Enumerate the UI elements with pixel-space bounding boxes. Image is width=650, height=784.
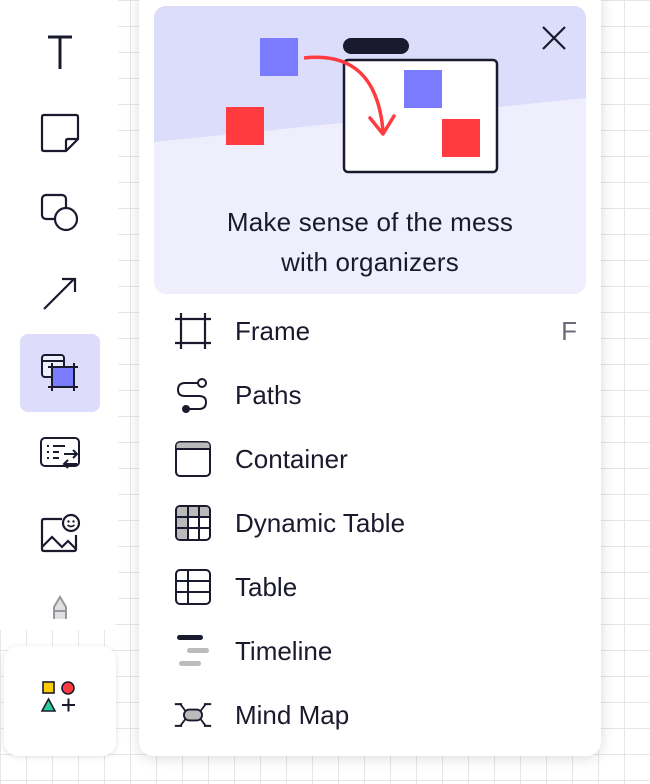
media-tool-button[interactable] bbox=[20, 494, 100, 572]
organizers-menu: Frame F Paths Container Dynamic Table Ta… bbox=[139, 299, 601, 747]
pen-tool-button[interactable] bbox=[20, 592, 100, 622]
menu-item-label: Frame bbox=[235, 316, 311, 346]
image-sticker-icon bbox=[38, 511, 82, 555]
cards-tool-button[interactable] bbox=[20, 414, 100, 492]
shapes-plus-icon bbox=[40, 679, 80, 724]
sticky-note-icon bbox=[38, 111, 82, 155]
frame-organizer-icon bbox=[38, 351, 82, 395]
menu-item-frame[interactable]: Frame F bbox=[139, 299, 601, 363]
menu-item-dynamic-table[interactable]: Dynamic Table bbox=[139, 491, 601, 555]
connection-line-tool-button[interactable] bbox=[20, 254, 100, 332]
close-icon bbox=[540, 24, 568, 57]
menu-item-label: Dynamic Table bbox=[235, 508, 406, 538]
menu-item-label: Container bbox=[235, 444, 348, 474]
text-icon bbox=[40, 31, 80, 75]
container-icon bbox=[173, 441, 213, 477]
close-button[interactable] bbox=[534, 20, 574, 60]
menu-item-mind-map[interactable]: Mind Map bbox=[139, 683, 601, 747]
shapes-tool-button[interactable] bbox=[20, 174, 100, 252]
menu-item-timeline[interactable]: Timeline bbox=[139, 619, 601, 683]
organizers-tool-button[interactable] bbox=[20, 334, 100, 412]
organizer-illustration bbox=[226, 38, 499, 174]
frame-icon bbox=[173, 313, 213, 349]
menu-item-label: Timeline bbox=[235, 636, 333, 666]
shapes-icon bbox=[38, 191, 82, 235]
hero-caption-line2: with organizers bbox=[281, 247, 459, 277]
card-icon bbox=[38, 431, 82, 475]
menu-item-label: Mind Map bbox=[235, 700, 350, 730]
menu-item-container[interactable]: Container bbox=[139, 427, 601, 491]
organizers-hero-banner: Make sense of the mess with organizers bbox=[154, 6, 586, 294]
arrow-icon bbox=[38, 271, 82, 315]
shortcut-label: F bbox=[561, 316, 577, 346]
menu-item-label: Paths bbox=[235, 380, 302, 410]
menu-item-paths[interactable]: Paths bbox=[139, 363, 601, 427]
table-icon bbox=[173, 569, 213, 605]
sticky-note-tool-button[interactable] bbox=[20, 94, 100, 172]
organizers-popup: Make sense of the mess with organizers F… bbox=[139, 0, 601, 756]
text-tool-button[interactable] bbox=[20, 14, 100, 92]
hero-caption: Make sense of the mess with organizers bbox=[154, 202, 586, 282]
hero-caption-line1: Make sense of the mess bbox=[226, 207, 514, 237]
pen-icon bbox=[48, 593, 72, 621]
timeline-icon bbox=[173, 633, 213, 669]
left-toolbar bbox=[0, 0, 118, 630]
menu-item-label: Table bbox=[235, 572, 298, 602]
mind-map-icon bbox=[173, 697, 213, 733]
more-tools-button[interactable] bbox=[4, 646, 116, 756]
menu-item-table[interactable]: Table bbox=[139, 555, 601, 619]
dynamic-table-icon bbox=[173, 505, 213, 541]
paths-icon bbox=[173, 377, 213, 413]
